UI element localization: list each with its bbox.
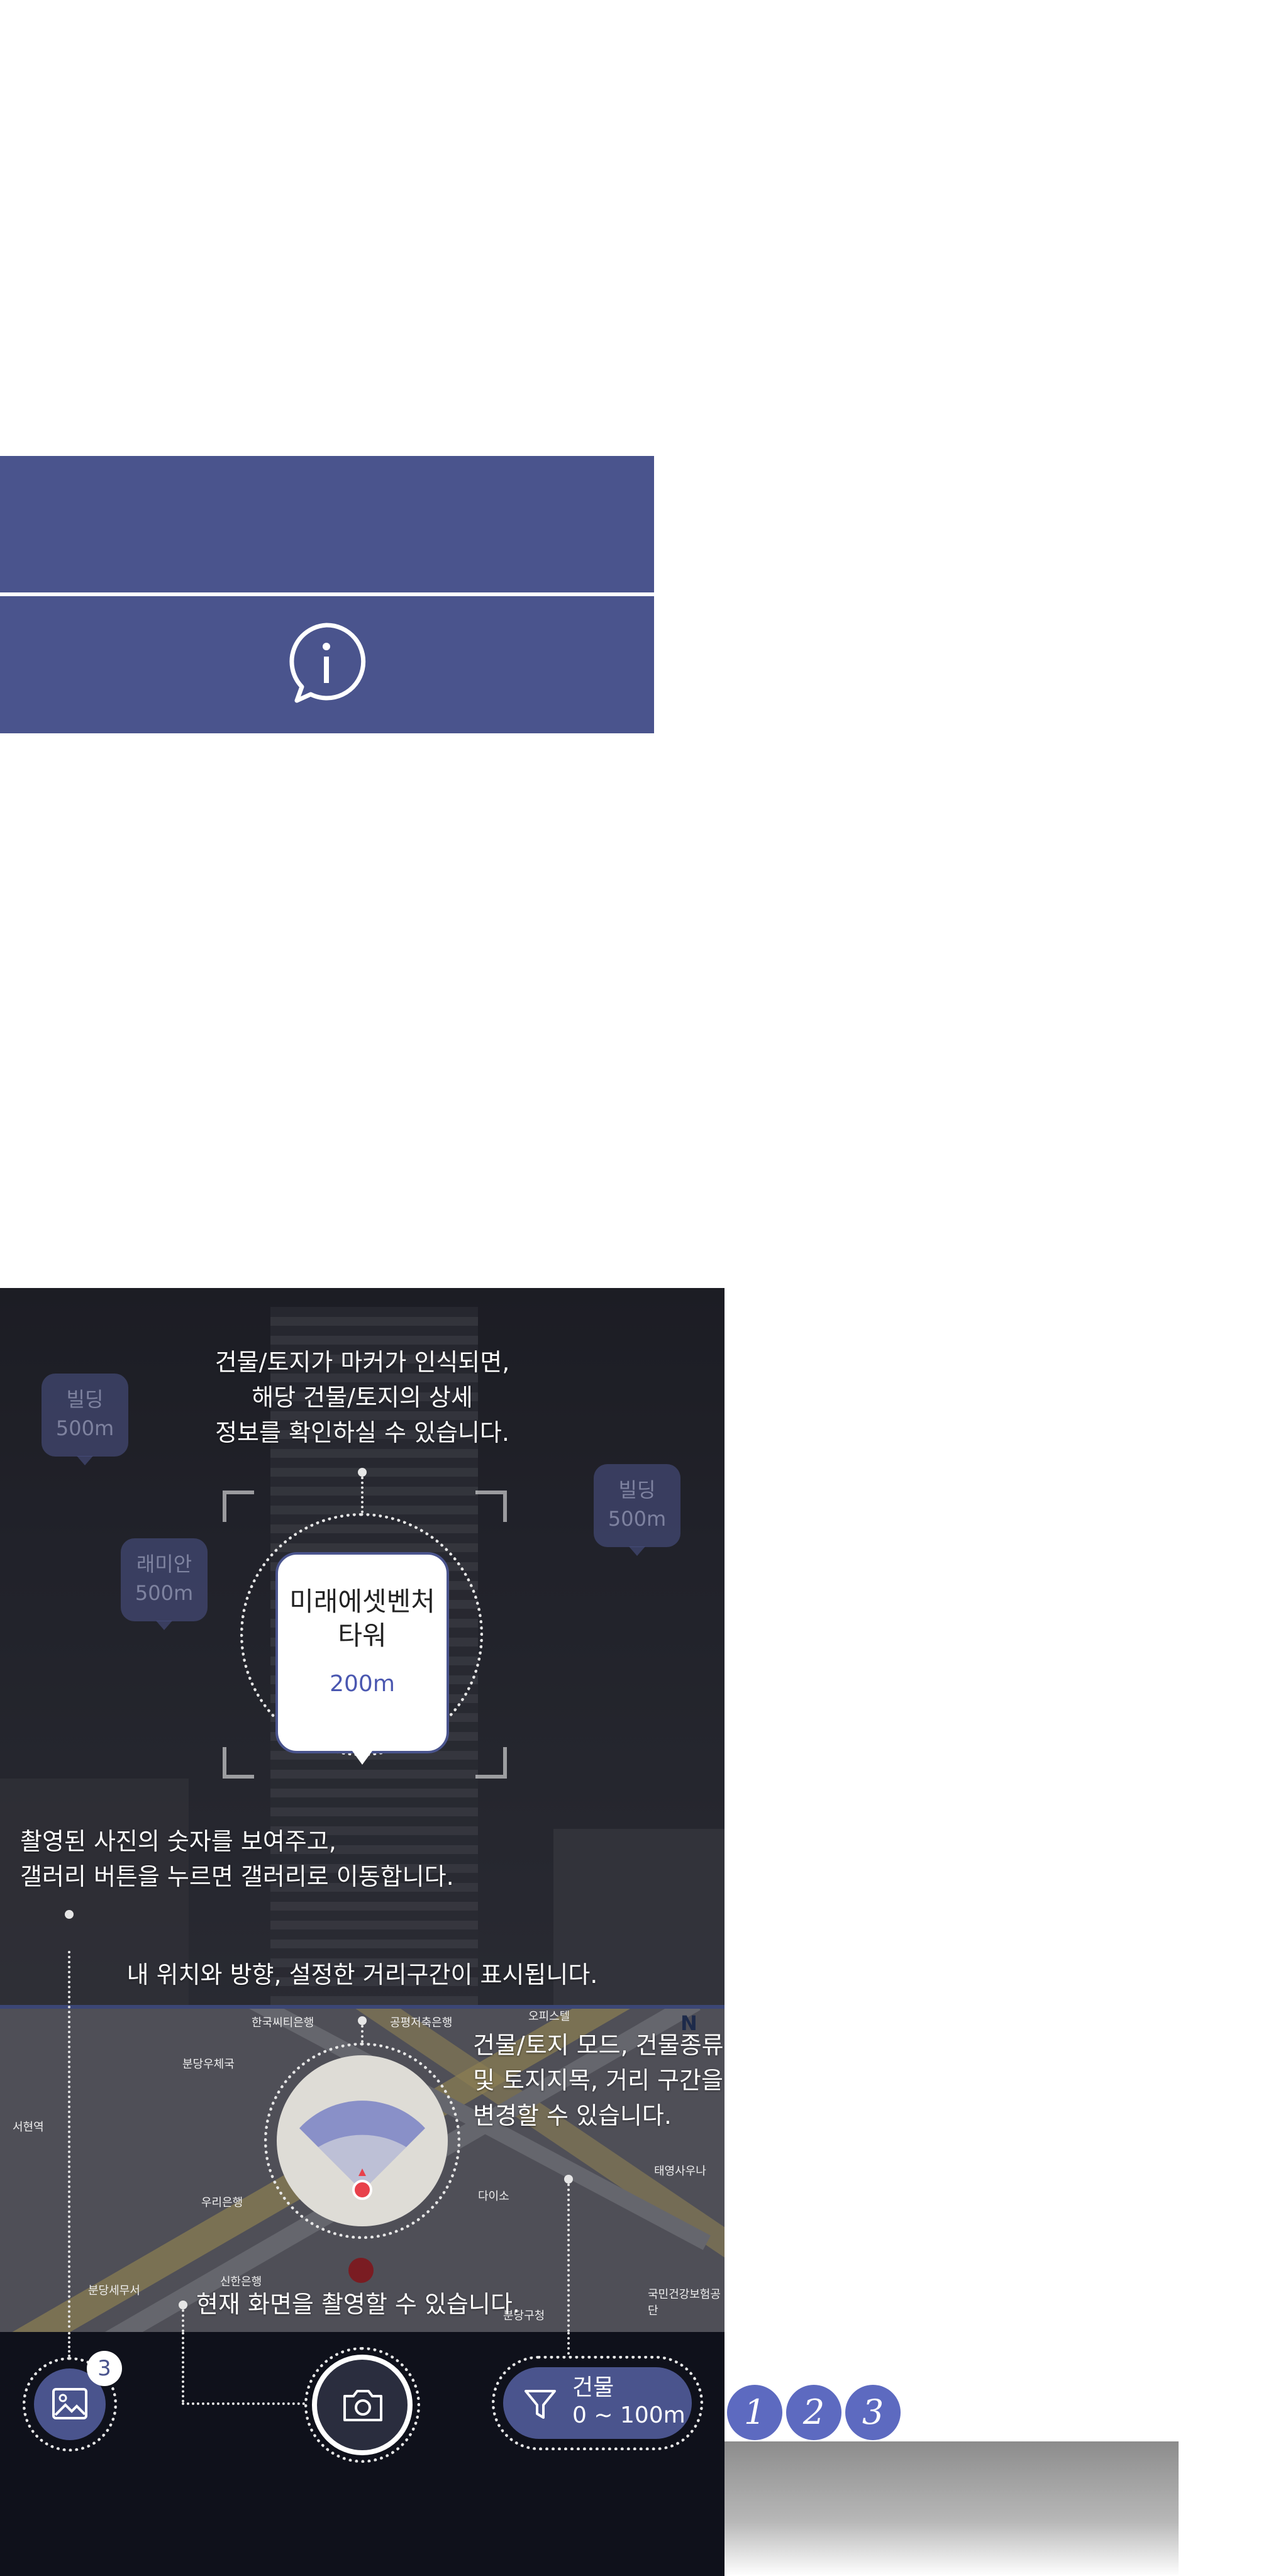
- annotation-line: 정보를 확인하실 수 있습니다.: [215, 1419, 509, 1446]
- filter-button[interactable]: 건물 0 ~ 100m: [503, 2367, 692, 2439]
- bottom-toolbar: 3 건물 0 ~ 100m: [0, 2332, 724, 2576]
- capture-button[interactable]: [312, 2355, 413, 2455]
- frame-corner-bottom-left: [223, 1747, 254, 1779]
- gradient-panel: [724, 2441, 1179, 2576]
- map-label: 한국씨티은행: [252, 2016, 314, 2029]
- marker-info-text: 건물/토지가 마커가 인식되면, 해당 건물/토지의 상세 정보를 확인하실 수…: [0, 1345, 724, 1450]
- selected-marker-pointer: [352, 1751, 372, 1765]
- map-label: 공평저축은행: [390, 2016, 453, 2029]
- map-label: 분당우체국: [182, 2058, 235, 2071]
- annotation-dot: [179, 2301, 187, 2309]
- annotation-line: 및 토지지목, 거리 구간을: [473, 2067, 723, 2094]
- capture-info-text: 현재 화면을 촬영할 수 있습니다.: [196, 2290, 520, 2318]
- frame-corner-top-left: [223, 1491, 254, 1522]
- marker-name: 래미안: [136, 1552, 192, 1576]
- annotation-leader: [68, 2332, 70, 2357]
- filter-range-label: 0 ~ 100m: [572, 2402, 686, 2428]
- annotation-dot: [65, 1910, 74, 1919]
- filter-info-text: 건물/토지 모드, 건물종류 및 토지지목, 거리 구간을 변경할 수 있습니다…: [473, 2028, 724, 2133]
- map-label: 오피스텔: [528, 2010, 570, 2023]
- compass-icon: [277, 2055, 448, 2226]
- annotation-line: 건물/토지가 마커가 인식되면,: [214, 1348, 510, 1376]
- selected-marker-name: 미래에셋벤처: [289, 1586, 435, 1617]
- annotation-line: 촬영된 사진의 숫자를 보여주고,: [20, 1828, 336, 1855]
- map-label: 다이소: [478, 2190, 509, 2203]
- annotation-leader: [361, 1477, 364, 1513]
- filter-icon: [525, 2390, 556, 2419]
- ar-screen: 빌딩 500m 래미안 500m 빌딩 500m 미래에셋벤처 타워 200m …: [0, 1288, 724, 2576]
- step-3-badge[interactable]: 3: [845, 2385, 901, 2440]
- annotation-dot: [564, 2175, 573, 2184]
- camera-icon: [343, 2390, 382, 2421]
- annotation-dot: [358, 1468, 367, 1477]
- gallery-count-badge: 3: [87, 2351, 122, 2386]
- selected-marker-distance: 200m: [330, 1671, 395, 1697]
- annotation-leader: [182, 2309, 184, 2332]
- annotation-leader: [567, 2184, 570, 2332]
- annotation-leader: [182, 2332, 184, 2402]
- map-view[interactable]: 한국씨티은행 공평저축은행 오피스텔 분당우체국 우리은행 신한은행 분당세무서…: [0, 2005, 724, 2332]
- annotation-line: 해당 건물/토지의 상세: [252, 1384, 473, 1411]
- info-icon: [289, 623, 366, 703]
- location-dot-marker: [348, 2258, 374, 2283]
- filter-mode-label: 건물: [572, 2375, 614, 2401]
- annotation-line: 변경할 수 있습니다.: [473, 2102, 672, 2129]
- annotation-leader: [182, 2402, 305, 2405]
- map-label: 국민건강보험공단: [648, 2288, 721, 2318]
- marker-distance: 500m: [135, 1581, 194, 1605]
- map-label: 분당세무서: [88, 2284, 140, 2297]
- annotation-line: 갤러리 버튼을 누르면 갤러리로 이동합니다.: [20, 1863, 454, 1890]
- ar-marker[interactable]: 래미안 500m: [121, 1538, 208, 1630]
- map-label: 서현역: [13, 2121, 44, 2134]
- selected-marker-name-2: 타워: [338, 1620, 387, 1651]
- ar-marker[interactable]: 빌딩 500m: [594, 1464, 680, 1556]
- frame-corner-bottom-right: [475, 1747, 507, 1779]
- marker-name: 빌딩: [618, 1478, 656, 1502]
- map-top-edge: [0, 2005, 724, 2009]
- location-info-text: 내 위치와 방향, 설정한 거리구간이 표시됩니다.: [126, 1961, 598, 1989]
- step-2-badge[interactable]: 2: [786, 2385, 841, 2440]
- info-panel[interactable]: [0, 596, 654, 733]
- annotation-dot: [358, 2016, 367, 2025]
- annotation-leader: [567, 2332, 570, 2355]
- gallery-info-text: 촬영된 사진의 숫자를 보여주고, 갤러리 버튼을 누르면 갤러리로 이동합니다…: [20, 1824, 454, 1894]
- map-label: 우리은행: [201, 2196, 243, 2209]
- annotation-leader: [361, 2025, 364, 2043]
- frame-corner-top-right: [475, 1491, 507, 1522]
- selected-marker-card[interactable]: 미래에셋벤처 타워 200m: [275, 1552, 449, 1753]
- gallery-icon: [52, 2388, 87, 2419]
- blank-panel: [0, 456, 654, 592]
- annotation-line: 건물/토지 모드, 건물종류: [473, 2031, 724, 2059]
- annotation-leader: [68, 1951, 70, 2328]
- marker-distance: 500m: [608, 1507, 667, 1531]
- step-1-badge[interactable]: 1: [727, 2385, 782, 2440]
- camera-view: 빌딩 500m 래미안 500m 빌딩 500m 미래에셋벤처 타워 200m …: [0, 1288, 724, 2005]
- map-label: 태영사우나: [654, 2165, 706, 2178]
